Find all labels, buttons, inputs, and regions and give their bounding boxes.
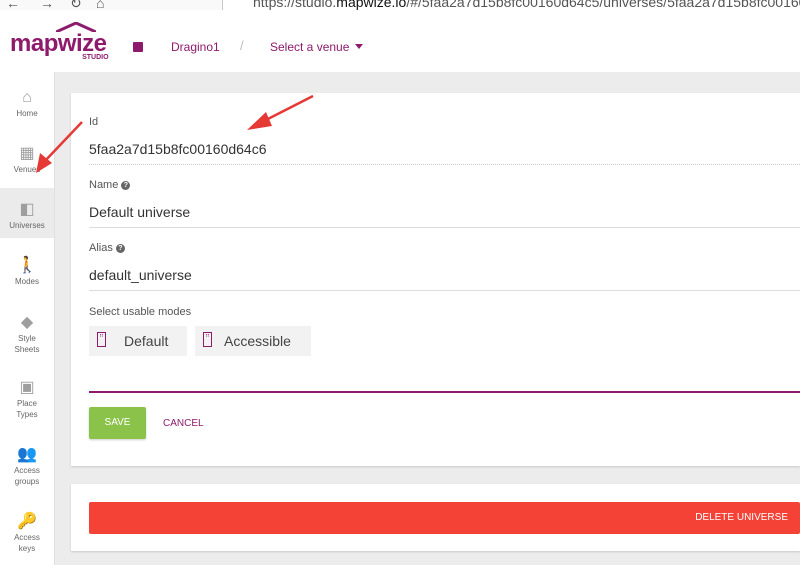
annotation-arrows [36, 94, 314, 173]
annotation-arrowhead-id [247, 112, 272, 130]
annotation-arrow-id [261, 94, 314, 124]
annotation-arrow-venues [43, 121, 83, 163]
